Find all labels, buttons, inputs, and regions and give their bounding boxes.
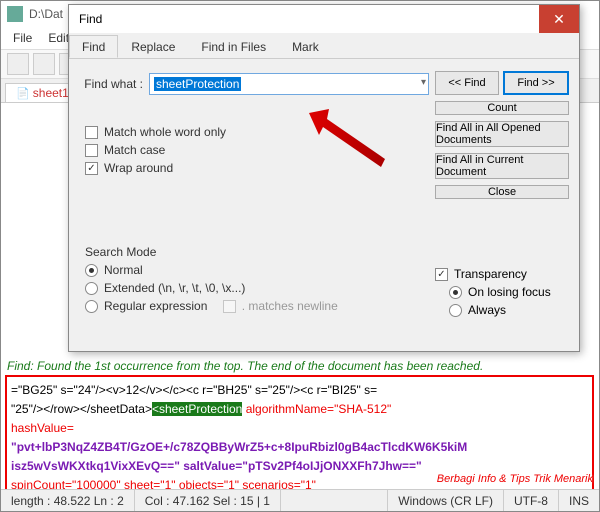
toolbar-new-icon[interactable] [7,53,29,75]
tab-find-in-files[interactable]: Find in Files [188,35,279,58]
count-button[interactable]: Count [435,101,569,115]
find-next-button[interactable]: Find >> [503,71,569,95]
close-button[interactable]: Close [435,185,569,199]
code-content[interactable]: ="BG25" s="24"/><v>12</v></c><c r="BH25"… [5,375,594,489]
find-result-message: Find: Found the 1st occurrence from the … [1,357,489,375]
status-length: length : 48.522 Ln : 2 [1,490,135,511]
match-case-checkbox[interactable]: Match case [85,143,226,157]
window-title: D:\Dat [29,7,63,21]
status-col: Col : 47.162 Sel : 15 | 1 [135,490,281,511]
toolbar-open-icon[interactable] [33,53,55,75]
search-highlight: <sheetProtection [152,402,242,416]
transparency-losing-radio[interactable]: On losing focus [449,285,569,299]
app-icon [7,6,23,22]
wrap-around-checkbox[interactable]: Wrap around [85,161,226,175]
tab-find[interactable]: Find [69,35,118,58]
close-icon[interactable]: ✕ [539,5,579,33]
statusbar: length : 48.522 Ln : 2 Col : 47.162 Sel … [1,489,599,511]
chevron-down-icon[interactable]: ▾ [421,77,426,88]
transparency-checkbox[interactable]: Transparency [435,267,569,281]
status-encoding: UTF-8 [504,490,559,511]
dialog-titlebar[interactable]: Find ✕ [69,5,579,33]
status-ins: INS [559,490,599,511]
mode-extended-radio[interactable]: Extended (\n, \r, \t, \0, \x...) [85,281,338,295]
find-all-opened-button[interactable]: Find All in All Opened Documents [435,121,569,147]
menu-file[interactable]: File [5,29,40,47]
dialog-title: Find [79,12,102,26]
find-prev-button[interactable]: << Find [435,71,499,95]
search-mode-label: Search Mode [85,245,338,259]
tab-mark[interactable]: Mark [279,35,332,58]
find-what-input[interactable]: sheetProtection ▾ [149,73,429,95]
status-eol: Windows (CR LF) [388,490,504,511]
tab-replace[interactable]: Replace [118,35,188,58]
transparency-always-radio[interactable]: Always [449,303,569,317]
watermark-text: Berbagi Info & Tips Trik Menarik [437,473,593,485]
find-all-current-button[interactable]: Find All in Current Document [435,153,569,179]
annotation-arrow-icon [309,109,389,169]
whole-word-checkbox[interactable]: Match whole word only [85,125,226,139]
dialog-tabs: Find Replace Find in Files Mark [69,33,579,59]
mode-normal-radio[interactable]: Normal [85,263,338,277]
find-what-label: Find what : [79,77,143,91]
find-dialog: Find ✕ Find Replace Find in Files Mark F… [68,4,580,352]
mode-regex-radio[interactable]: Regular expression . matches newline [85,299,338,313]
